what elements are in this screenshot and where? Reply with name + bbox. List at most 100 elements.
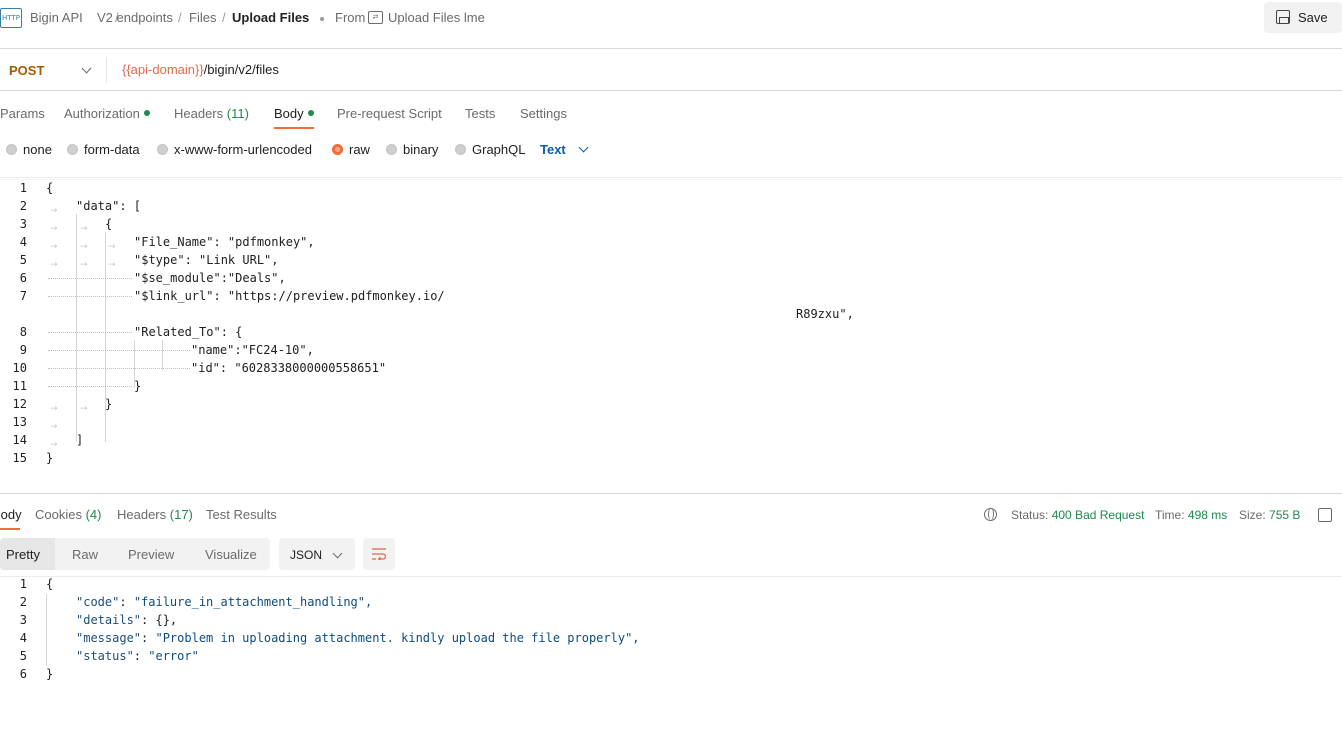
body-format-select[interactable]: Text bbox=[540, 140, 592, 160]
response-size[interactable]: Size: 755 B bbox=[1239, 508, 1300, 522]
tab-marker-icon: → bbox=[80, 260, 88, 270]
json-key: "message" bbox=[76, 631, 142, 645]
response-time[interactable]: Time: 498 ms bbox=[1155, 508, 1227, 522]
tab-authorization[interactable]: Authorization bbox=[64, 106, 150, 121]
separator-dot bbox=[320, 17, 324, 21]
method-select[interactable]: POST bbox=[0, 49, 106, 90]
code-line: ] bbox=[76, 433, 84, 447]
status-value: 400 Bad Request bbox=[1051, 508, 1145, 522]
response-tab-cookies[interactable]: Cookies (4) bbox=[35, 507, 101, 522]
save-button[interactable]: Save bbox=[1264, 2, 1342, 33]
line-number: 7 bbox=[19, 289, 27, 303]
response-tab-body[interactable]: Body bbox=[0, 507, 26, 527]
line-number: 8 bbox=[19, 325, 27, 339]
tab-label: Body bbox=[274, 106, 304, 121]
radio-none[interactable] bbox=[6, 144, 17, 155]
line-number: 11 bbox=[12, 379, 27, 393]
line-number: 3 bbox=[19, 217, 27, 231]
view-visualize[interactable]: Visualize bbox=[205, 547, 257, 562]
time-label: Time: bbox=[1155, 508, 1185, 522]
save-response-icon[interactable] bbox=[1318, 508, 1332, 522]
divider bbox=[106, 57, 107, 83]
url-input[interactable]: {{api-domain}}/bigin/v2/files bbox=[122, 62, 279, 77]
line-number: 9 bbox=[19, 343, 27, 357]
json-value: "error" bbox=[148, 649, 199, 663]
whitespace-marker bbox=[48, 296, 132, 298]
indent-guide bbox=[46, 594, 47, 666]
response-tab-headers[interactable]: Headers (17) bbox=[117, 507, 193, 522]
response-format-select[interactable]: JSON bbox=[279, 538, 355, 570]
tab-marker-icon: → bbox=[80, 404, 88, 414]
code-line: { bbox=[46, 577, 54, 591]
line-number: 4 bbox=[19, 631, 27, 645]
radio-label-none[interactable]: none bbox=[23, 142, 52, 157]
radio-raw[interactable] bbox=[332, 144, 343, 155]
tab-count: (11) bbox=[226, 106, 249, 121]
tab-count: (17) bbox=[169, 507, 193, 522]
code-line: "name":"FC24-10", bbox=[191, 343, 314, 357]
code-line: { bbox=[46, 181, 54, 195]
fork-source-link[interactable]: Upload Files lme bbox=[388, 10, 485, 25]
whitespace-marker bbox=[48, 368, 190, 370]
view-raw[interactable]: Raw bbox=[72, 547, 98, 562]
radio-label-form-data[interactable]: form-data bbox=[84, 142, 140, 157]
response-body-viewer[interactable]: 1 2 3 4 5 6 { "code": "failure_in_attach… bbox=[0, 576, 1342, 686]
code-line: "code": "failure_in_attachment_handling"… bbox=[76, 595, 373, 609]
fork-icon: ⇄ bbox=[368, 11, 383, 24]
radio-x-www-form-urlencoded[interactable] bbox=[157, 144, 168, 155]
tab-settings[interactable]: Settings bbox=[520, 106, 567, 121]
radio-graphql[interactable] bbox=[455, 144, 466, 155]
tab-pre-request-script[interactable]: Pre-request Script bbox=[337, 106, 442, 121]
code-line: } bbox=[105, 397, 113, 411]
tab-params[interactable]: Params bbox=[0, 106, 45, 121]
breadcrumb-item-bigin-api[interactable]: Bigin API bbox=[30, 10, 83, 25]
json-value: "Problem in uploading attachment. kindly… bbox=[155, 631, 640, 645]
tab-label: Headers bbox=[174, 106, 224, 121]
tab-marker-icon: → bbox=[50, 404, 58, 414]
line-number: 13 bbox=[12, 415, 27, 429]
tab-marker-icon: → bbox=[108, 260, 116, 270]
indent-guide bbox=[162, 340, 163, 370]
tab-label: Authorization bbox=[64, 106, 140, 121]
tab-marker-icon: → bbox=[50, 206, 58, 216]
view-preview[interactable]: Preview bbox=[128, 547, 174, 562]
tab-marker-icon: → bbox=[50, 224, 58, 234]
breadcrumb-separator: / bbox=[178, 10, 182, 25]
request-title[interactable]: Upload Files bbox=[232, 10, 309, 25]
wrap-lines-button[interactable] bbox=[363, 538, 395, 570]
globe-icon[interactable] bbox=[984, 508, 997, 521]
tab-tests[interactable]: Tests bbox=[465, 106, 495, 121]
code-line: "message": "Problem in uploading attachm… bbox=[76, 631, 640, 645]
whitespace-marker bbox=[48, 350, 190, 352]
json-value: "failure_in_attachment_handling", bbox=[133, 595, 373, 609]
code-line: "$se_module":"Deals", bbox=[134, 271, 286, 285]
tab-body[interactable]: Body bbox=[274, 106, 314, 121]
radio-binary[interactable] bbox=[386, 144, 397, 155]
top-bar: HTTP Bigin API / V2 endpoints / Files / … bbox=[0, 0, 1342, 49]
radio-label-x-www-form-urlencoded[interactable]: x-www-form-urlencoded bbox=[174, 142, 312, 157]
json-key: "status" bbox=[76, 649, 134, 663]
radio-label-raw[interactable]: raw bbox=[349, 142, 370, 157]
code-line: } bbox=[134, 379, 142, 393]
tab-marker-icon: → bbox=[50, 440, 58, 450]
response-tab-label: Body bbox=[0, 507, 22, 522]
breadcrumb-separator: / bbox=[222, 10, 226, 25]
breadcrumb-item-v2-endpoints[interactable]: V2 endpoints bbox=[97, 10, 173, 25]
code-line: } bbox=[46, 667, 54, 681]
tab-count: (4) bbox=[85, 507, 102, 522]
breadcrumb-item-files[interactable]: Files bbox=[189, 10, 216, 25]
response-tab-test-results[interactable]: Test Results bbox=[206, 507, 277, 522]
line-number: 2 bbox=[19, 199, 27, 213]
radio-label-binary[interactable]: binary bbox=[403, 142, 438, 157]
view-pretty[interactable]: Pretty bbox=[6, 547, 40, 562]
editor-border bbox=[0, 177, 1342, 178]
response-status[interactable]: Status: 400 Bad Request bbox=[1011, 508, 1144, 522]
tab-headers[interactable]: Headers (11) bbox=[174, 106, 249, 121]
request-body-editor[interactable]: → → → → → → → → → → → → → 1 2 3 4 5 6 7 … bbox=[0, 180, 1342, 492]
size-label: Size: bbox=[1239, 508, 1266, 522]
tab-marker-icon: → bbox=[50, 422, 58, 432]
radio-label-graphql[interactable]: GraphQL bbox=[472, 142, 525, 157]
fork-from-label: From bbox=[335, 10, 366, 25]
tab-marker-icon: → bbox=[80, 242, 88, 252]
radio-form-data[interactable] bbox=[67, 144, 78, 155]
